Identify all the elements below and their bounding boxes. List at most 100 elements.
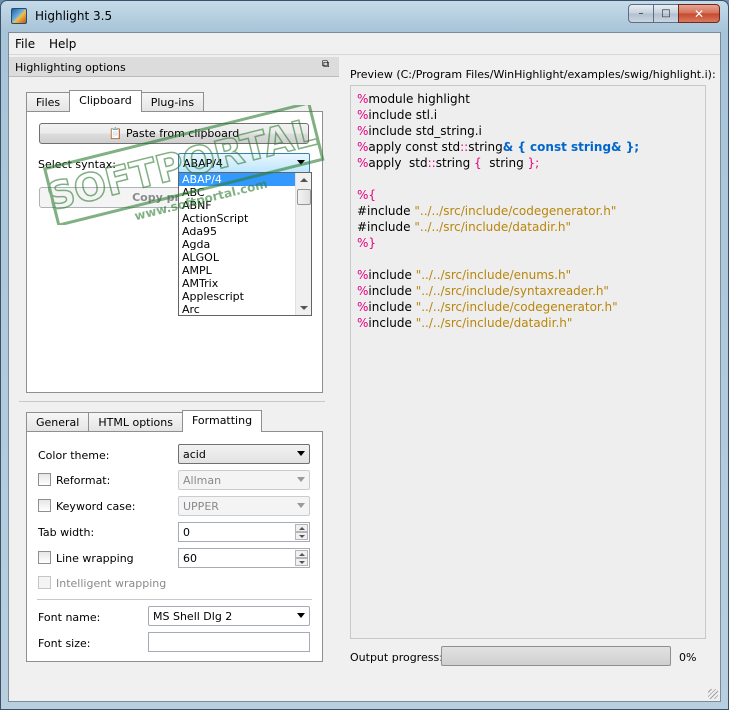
reformat-checkbox[interactable] [38,473,51,486]
maximize-button[interactable]: □ [653,4,679,23]
title-bar[interactable]: Highlight 3.5 – □ ✕ [1,1,728,31]
code-line: %include "../../src/include/syntaxreader… [357,283,699,299]
list-item[interactable]: Ada95 [179,225,311,238]
syntax-dropdown-list[interactable]: ABAP/4 ABC ABNF ActionScript Ada95 Agda … [178,172,312,316]
tab-width-value: 0 [183,526,190,539]
chevron-down-icon [297,613,305,618]
preview-pane[interactable]: %module highlight %include stl.i %include … [350,85,706,639]
keyword-case-combo[interactable]: UPPER [178,496,310,516]
keyword-case-label: Keyword case: [56,500,136,513]
code-token: "../../src/include/datadir.h" [414,220,572,234]
list-item[interactable]: ALGOL [179,251,311,264]
code-token: string [435,156,471,170]
code-line: %include stl.i [357,107,699,123]
color-theme-value: acid [183,448,206,461]
code-token: #include [357,220,415,234]
code-line: %apply std::string { string }; [357,155,699,171]
list-item[interactable]: AMPL [179,264,311,277]
code-token: % [357,124,369,138]
menu-help[interactable]: Help [49,37,76,51]
app-icon [11,8,27,24]
divider [19,401,325,402]
scroll-down-icon[interactable] [300,306,308,310]
font-size-field[interactable] [148,632,310,652]
reformat-combo[interactable]: Allman [178,470,310,490]
chevron-down-icon [297,160,305,165]
output-progress-bar [441,646,671,666]
tab-general[interactable]: General [26,412,90,432]
list-item[interactable]: Agda [179,238,311,251]
top-tabs: Files Clipboard Plug-ins [26,90,205,112]
list-item[interactable]: Applescript [179,290,311,303]
dropdown-scrollbar[interactable] [295,173,311,315]
line-wrapping-spinbox[interactable]: 60 [178,548,310,568]
minimize-button[interactable]: – [628,4,654,23]
reformat-label: Reformat: [56,474,111,487]
list-item[interactable]: ABC [179,186,311,199]
intelligent-wrapping-label: Intelligent wrapping [56,577,167,590]
code-token: %{ [357,188,377,202]
maximize-icon: □ [661,8,671,19]
float-dock-icon[interactable]: ⧉ [322,60,333,71]
tab-clipboard[interactable]: Clipboard [69,90,142,112]
menu-file[interactable]: File [15,37,35,51]
code-line: #include "../../src/include/codegenerato… [357,203,699,219]
tab-formatting[interactable]: Formatting [181,410,263,432]
spin-down-icon[interactable] [295,532,308,540]
syntax-combo-value: ABAP/4 [183,157,223,170]
preview-label: Preview (C:/Program Files/WinHighlight/e… [350,68,716,81]
code-line: %} [357,235,699,251]
code-line: %include std_string.i [357,123,699,139]
tab-width-spinbox[interactable]: 0 [178,522,310,542]
tab-html-options[interactable]: HTML options [88,412,183,432]
resize-grip[interactable] [708,689,718,699]
spin-down-icon[interactable] [295,558,308,566]
code-token: "../../src/include/codegenerator.h" [415,300,618,314]
paste-from-clipboard-button[interactable]: 📋 Paste from clipboard [39,123,309,144]
select-syntax-label: Select syntax: [38,158,116,171]
code-token: include std_string.i [368,124,482,138]
line-wrapping-checkbox[interactable] [38,551,51,564]
code-token: % [357,316,369,330]
keyword-case-value: UPPER [183,500,219,513]
list-item[interactable]: ActionScript [179,212,311,225]
code-line: %include "../../src/include/datadir.h" [357,315,699,331]
list-item[interactable]: ABAP/4 [179,173,311,186]
spin-up-icon[interactable] [295,550,308,558]
chevron-down-icon [297,503,305,508]
font-name-combo[interactable]: MS Shell Dlg 2 [148,606,310,626]
list-item[interactable]: ABNF [179,199,311,212]
list-item[interactable]: Arc [179,303,311,315]
syntax-combo[interactable]: ABAP/4 [178,153,310,173]
font-name-value: MS Shell Dlg 2 [153,610,233,623]
code-token: % [357,300,369,314]
clipboard-icon: 📋 [108,127,123,140]
code-token: string [468,140,503,154]
keyword-case-checkbox[interactable] [38,499,51,512]
code-token: % [357,140,369,154]
watermark-tm: TM [296,105,312,107]
code-token: & { const string& }; [502,140,640,154]
options-dock-label: Highlighting options [15,61,126,74]
scrollbar-thumb[interactable] [297,189,311,205]
reformat-value: Allman [183,474,222,487]
code-line: %apply const std::string& { const string… [357,139,699,155]
line-wrapping-label: Line wrapping [56,552,134,565]
close-button[interactable]: ✕ [678,4,720,23]
code-token: include [368,316,416,330]
spin-up-icon[interactable] [295,524,308,532]
code-token: include [368,300,416,314]
code-token: "../../src/include/datadir.h" [415,316,573,330]
intelligent-wrapping-checkbox[interactable] [38,576,51,589]
code-token: apply std [368,156,428,170]
minimize-icon: – [638,8,644,19]
code-line: %{ [357,187,699,203]
code-token: % [357,156,369,170]
code-line: %include "../../src/include/codegenerato… [357,299,699,315]
output-progress-label: Output progress: [350,651,443,664]
scroll-up-icon[interactable] [300,178,308,182]
list-item[interactable]: AMTrix [179,277,311,290]
tab-files[interactable]: Files [26,92,71,112]
color-theme-combo[interactable]: acid [178,444,310,464]
tab-plugins[interactable]: Plug-ins [140,92,205,112]
